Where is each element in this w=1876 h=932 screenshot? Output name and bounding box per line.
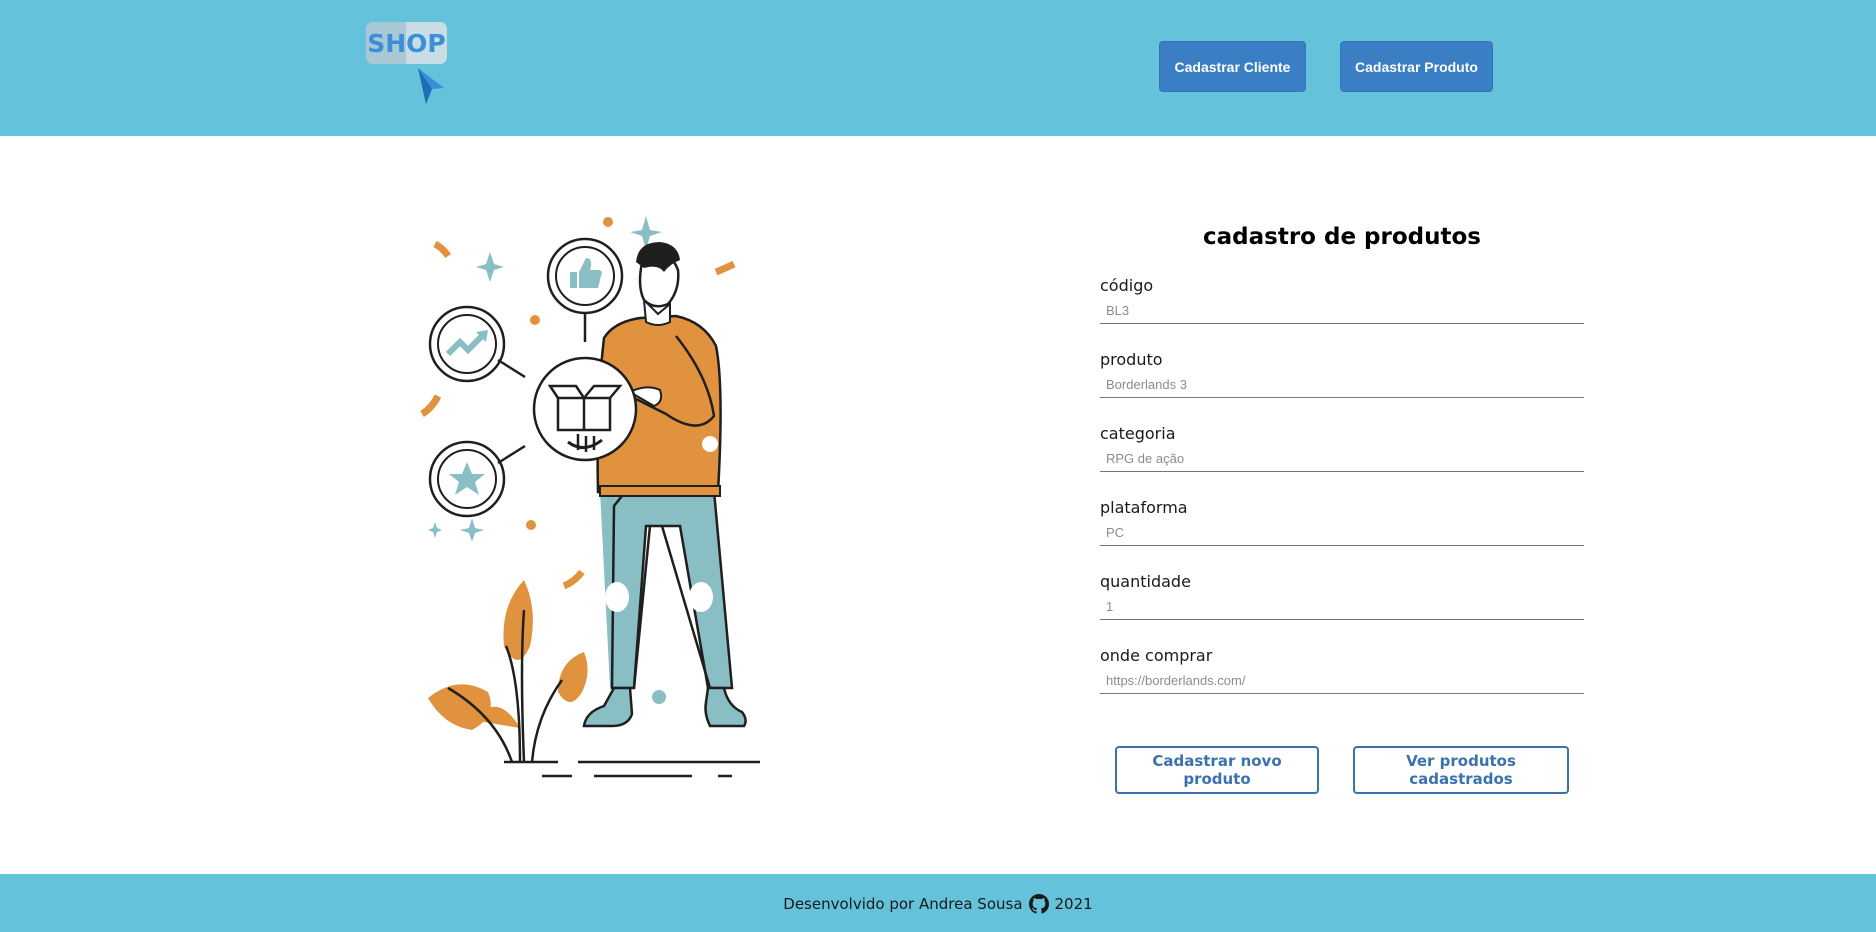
plataforma-input[interactable] [1100, 520, 1584, 546]
footer-credit: Desenvolvido por Andrea Sousa [783, 895, 1023, 913]
onde-comprar-input[interactable] [1100, 668, 1584, 694]
trend-up-icon [428, 305, 526, 383]
logo-text: SHOP [367, 29, 446, 58]
person-figure [582, 242, 747, 728]
field-categoria: categoria [1100, 424, 1584, 484]
field-label: categoria [1100, 424, 1176, 443]
footer-year: 2021 [1054, 895, 1093, 913]
quantidade-input[interactable] [1100, 594, 1584, 620]
codigo-input[interactable] [1100, 298, 1584, 324]
field-label: onde comprar [1100, 646, 1213, 665]
field-label: plataforma [1100, 498, 1188, 517]
produto-input[interactable] [1100, 372, 1584, 398]
product-illustration [420, 216, 760, 778]
site-footer: Desenvolvido por Andrea Sousa 2021 [0, 874, 1876, 932]
field-label: código [1100, 276, 1154, 295]
ground-lines [504, 760, 760, 778]
cursor-icon [418, 68, 444, 104]
view-products-button[interactable]: Ver produtos cadastrados [1353, 746, 1569, 794]
field-codigo: código [1100, 276, 1584, 336]
form-title: cadastro de produtos [1203, 224, 1481, 250]
field-produto: produto [1100, 350, 1584, 410]
new-product-button[interactable]: Cadastrar novo produto [1115, 746, 1319, 794]
register-client-button[interactable]: Cadastrar Cliente [1159, 41, 1306, 92]
star-icon [428, 440, 526, 518]
register-product-button[interactable]: Cadastrar Produto [1340, 41, 1493, 92]
shop-logo[interactable]: SHOP [366, 22, 450, 106]
categoria-input[interactable] [1100, 446, 1584, 472]
box-icon [532, 356, 638, 462]
field-label: quantidade [1100, 572, 1191, 591]
field-plataforma: plataforma [1100, 498, 1584, 558]
field-label: produto [1100, 350, 1163, 369]
site-header: SHOP Cadastrar Cliente Cadastrar Produto [0, 0, 1876, 136]
thumbs-up-icon [546, 237, 624, 342]
field-quantidade: quantidade [1100, 572, 1584, 632]
field-onde-comprar: onde comprar [1100, 646, 1584, 706]
github-icon[interactable] [1028, 894, 1049, 914]
plant-decoration [428, 580, 588, 763]
